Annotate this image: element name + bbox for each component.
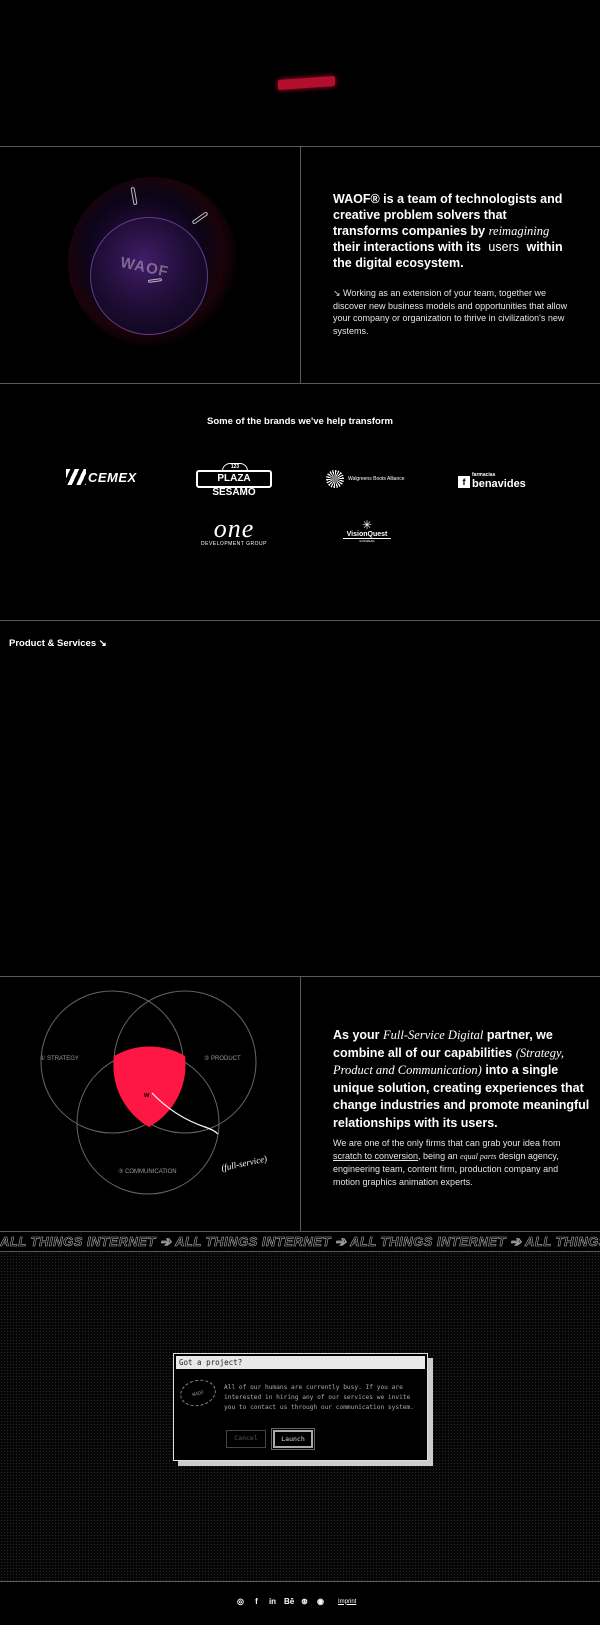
capabilities-headline: As your Full-Service Digital partner, we… [333, 1027, 591, 1132]
one-development-logo: one DEVELOPMENT GROUP [194, 514, 274, 548]
venn-label-communication: ③ COMMUNICATION [118, 1168, 177, 1175]
plaza-sesamo-cap: 123 [222, 463, 248, 471]
plaza-sesamo-logo-text: PLAZA SESAMO [212, 473, 256, 498]
capabilities-section: ① STRATEGY ② PRODUCT ③ COMMUNICATION w (… [0, 977, 600, 1231]
dialog-title: Got a project? [176, 1356, 425, 1369]
scratch-to-conversion-link[interactable]: scratch to conversion [333, 1151, 418, 1161]
one-logo-script: one [213, 514, 255, 543]
services-title: Product & Services ↘ [9, 638, 107, 649]
footer: ◎ f in Bē ⊛ ◉ Imprint [0, 1582, 600, 1625]
venn-callout-label: (full-service) [220, 1154, 268, 1173]
walgreens-logo: Walgreens Boots Alliance [326, 470, 405, 488]
about-headline: WAOF® is a team of technologists and cre… [333, 191, 573, 271]
facebook-icon[interactable]: f [252, 1597, 261, 1606]
section-divider [300, 147, 301, 384]
capabilities-body-italic: equal parts [460, 1152, 497, 1161]
about-section: WAOF WAOF® is a team of technologists an… [0, 147, 600, 384]
hero-brand-mark [278, 76, 335, 90]
capabilities-venn-diagram: ① STRATEGY ② PRODUCT ③ COMMUNICATION w (… [40, 990, 268, 1195]
section-divider [300, 977, 301, 1231]
social-links: ◎ f in Bē ⊛ ◉ Imprint [236, 1597, 356, 1606]
marquee-text: ALL THINGS INTERNET ➔ ALL THINGS INTERNE… [0, 1234, 600, 1250]
capabilities-body: We are one of the only firms that can gr… [333, 1137, 583, 1189]
visionquest-logo: ✳ VisionQuest EYEWEAR [343, 519, 391, 543]
visionquest-logo-sub: EYEWEAR [359, 539, 375, 543]
launch-button[interactable]: Launch [271, 1428, 315, 1450]
about-headline-rotating-word: users [488, 240, 519, 254]
about-body: ↘ Working as an extension of your team, … [333, 288, 568, 336]
venn-label-strategy: ① STRATEGY [40, 1055, 79, 1062]
cemex-slash-icon [66, 469, 86, 485]
visionquest-star-icon: ✳ [361, 518, 373, 532]
cemex-logo-text: CEMEX [88, 470, 137, 485]
venn-label-product: ② PRODUCT [204, 1055, 241, 1062]
dialog-message: All of our humans are currently busy. If… [224, 1384, 414, 1411]
one-logo-sub: DEVELOPMENT GROUP [201, 541, 267, 547]
behance-icon[interactable]: Bē [284, 1597, 294, 1606]
waof-orb-graphic: WAOF [68, 177, 238, 347]
capabilities-body-part: We are one of the only firms that can gr… [333, 1138, 561, 1148]
marquee-banner: ALL THINGS INTERNET ➔ ALL THINGS INTERNE… [0, 1231, 600, 1252]
contact-dialog: Got a project? WAOF All of our humans ar… [173, 1353, 428, 1461]
brands-title: Some of the brands we've help transform [207, 416, 393, 427]
waof-sketch-icon: WAOF [177, 1376, 219, 1410]
services-section: Product & Services ↘ [0, 621, 600, 977]
capabilities-body-part: , being an [418, 1151, 458, 1161]
about-headline-part: their interactions with its [333, 240, 481, 254]
brands-section: Some of the brands we've help transform … [0, 384, 600, 621]
capabilities-headline-italic: Full-Service Digital [383, 1028, 484, 1042]
benavides-logo-text: benavides [472, 478, 526, 490]
walgreens-logo-text: Walgreens Boots Alliance [348, 476, 405, 482]
capabilities-headline-part: As your [333, 1028, 380, 1042]
instagram-icon[interactable]: ◎ [236, 1597, 245, 1606]
about-headline-italic: reimagining [488, 224, 550, 238]
linkedin-icon[interactable]: in [268, 1597, 277, 1606]
imprint-link[interactable]: Imprint [338, 1599, 356, 1605]
venn-center-label: w [143, 1092, 150, 1099]
visionquest-logo-text: VisionQuest [343, 531, 391, 539]
cancel-button[interactable]: Cancel [226, 1430, 266, 1448]
cemex-logo: CEMEX [66, 469, 137, 485]
benavides-logo: f farmacias benavides [458, 473, 526, 490]
hero-section [0, 0, 600, 147]
plaza-sesamo-logo: 123 PLAZA SESAMO [196, 463, 272, 498]
venn-intersection-highlight [113, 1046, 186, 1127]
walgreens-globe-icon [326, 470, 344, 488]
github-icon[interactable]: ◉ [316, 1597, 325, 1606]
benavides-f-icon: f [458, 475, 470, 488]
dribbble-icon[interactable]: ⊛ [300, 1597, 309, 1606]
